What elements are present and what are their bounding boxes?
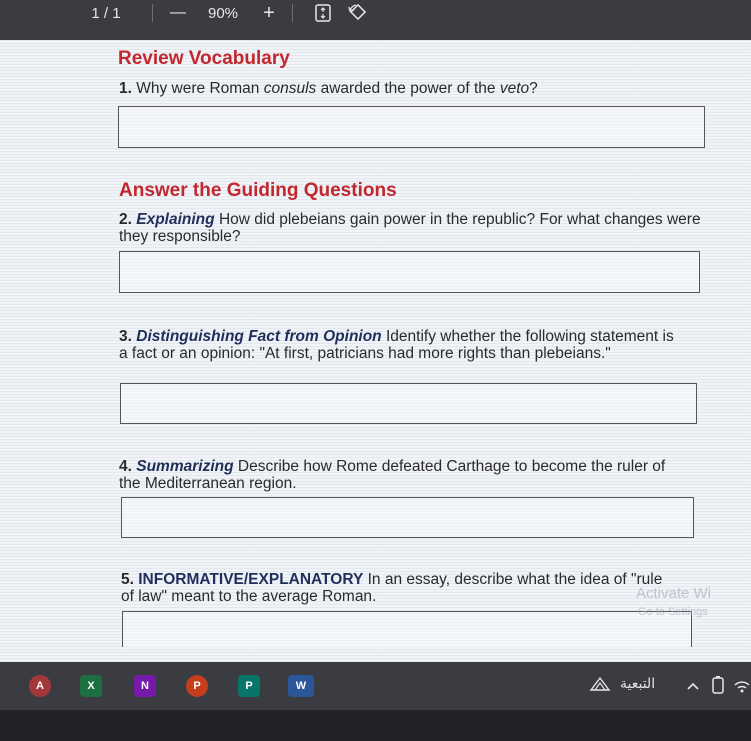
question-2: 2. Explaining How did plebeians gain pow…: [119, 211, 704, 245]
wifi-icon[interactable]: [734, 675, 750, 700]
fit-page-icon[interactable]: [312, 0, 334, 26]
question-number: 3.: [119, 328, 132, 345]
question-3: 3. Distinguishing Fact from Opinion Iden…: [119, 328, 684, 362]
page-indicator[interactable]: 1 / 1: [80, 0, 132, 26]
onenote-app-icon[interactable]: N: [134, 675, 156, 697]
question-term: veto: [499, 80, 530, 97]
battery-icon[interactable]: [711, 675, 725, 700]
question-text: awarded the power of the: [316, 80, 500, 97]
question-term: consuls: [263, 80, 317, 97]
rotate-icon[interactable]: [346, 0, 370, 26]
publisher-app-icon[interactable]: P: [238, 675, 260, 697]
question-text: Why were Roman: [136, 80, 264, 97]
answer-field-1[interactable]: [118, 106, 705, 148]
question-1: 1. Why were Roman consuls awarded the po…: [119, 80, 704, 97]
section-heading-guiding-questions: Answer the Guiding Questions: [119, 180, 397, 201]
excel-app-icon[interactable]: X: [80, 675, 102, 697]
answer-field-3[interactable]: [120, 383, 697, 424]
section-heading-review-vocabulary: Review Vocabulary: [118, 48, 290, 69]
question-number: 5.: [121, 571, 134, 588]
zoom-out-button[interactable]: —: [168, 0, 188, 26]
zoom-in-button[interactable]: +: [258, 0, 280, 26]
weather-icon[interactable]: [588, 674, 612, 701]
question-keyword: Summarizing: [136, 458, 234, 475]
activation-watermark-title: Activate Wi: [636, 585, 712, 602]
pdf-page: Review Vocabulary 1. Why were Roman cons…: [0, 40, 751, 662]
question-keyword: INFORMATIVE/EXPLANATORY: [138, 571, 364, 588]
screen-bezel: [0, 710, 751, 741]
question-text: ?: [529, 80, 538, 97]
tray-label[interactable]: التبعية: [620, 676, 655, 692]
question-keyword: Distinguishing Fact from Opinion: [136, 328, 382, 345]
question-number: 4.: [119, 458, 132, 475]
question-keyword: Explaining: [136, 211, 215, 228]
question-4: 4. Summarizing Describe how Rome defeate…: [119, 458, 684, 492]
chevron-up-icon[interactable]: [686, 678, 700, 696]
question-5: 5. INFORMATIVE/EXPLANATORY In an essay, …: [121, 571, 666, 605]
word-app-icon[interactable]: W: [288, 675, 314, 697]
answer-field-4[interactable]: [121, 497, 694, 538]
zoom-level[interactable]: 90%: [202, 0, 244, 26]
answer-field-5[interactable]: [122, 611, 692, 647]
access-app-icon[interactable]: A: [29, 675, 51, 697]
toolbar-divider: [152, 4, 153, 22]
pdf-toolbar: 1 / 1 — 90% +: [0, 0, 751, 40]
activation-watermark-subtitle: Go to Settings: [638, 606, 708, 618]
answer-field-2[interactable]: [119, 251, 700, 293]
question-number: 2.: [119, 211, 132, 228]
powerpoint-app-icon[interactable]: P: [186, 675, 208, 697]
taskbar: A X N P P W التبعية: [0, 662, 751, 710]
question-number: 1.: [119, 80, 132, 97]
toolbar-divider: [292, 4, 293, 22]
